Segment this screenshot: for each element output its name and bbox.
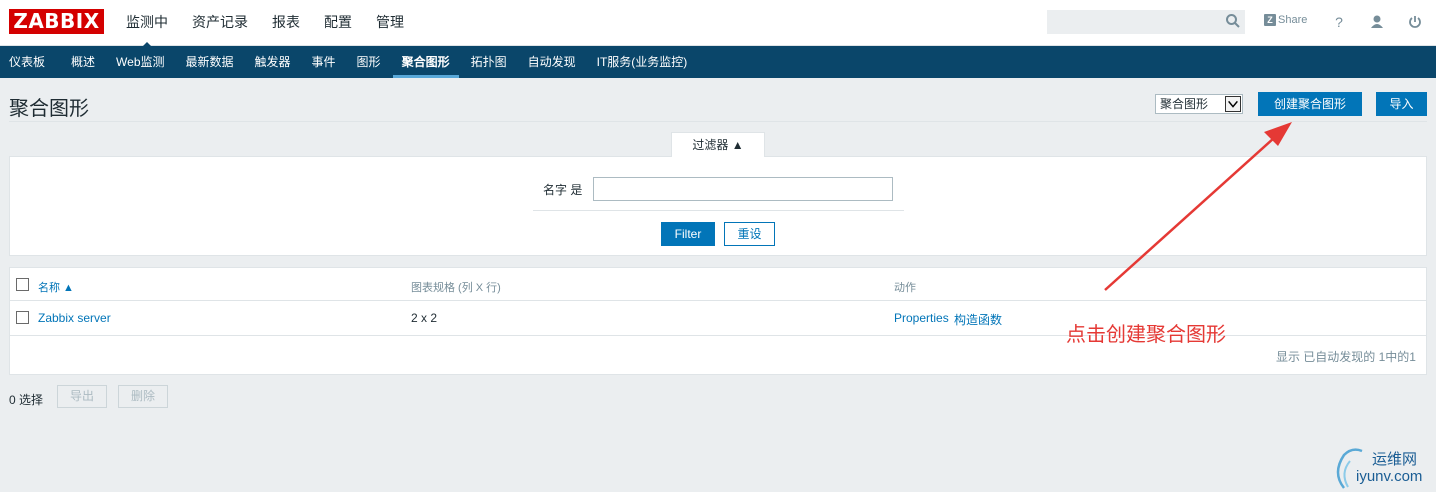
filter-name-input[interactable] (593, 177, 893, 201)
delete-button[interactable]: 删除 (118, 385, 168, 408)
sub-nav-triggers[interactable]: 触发器 (246, 46, 300, 78)
create-screen-button[interactable]: 创建聚合图形 (1258, 92, 1362, 116)
import-button[interactable]: 导入 (1376, 92, 1427, 116)
column-actions-header: 动作 (894, 282, 916, 294)
top-nav-reports[interactable]: 报表 (272, 0, 300, 46)
filter-tab[interactable]: 过滤器 ▲ (671, 132, 765, 157)
sub-nav-screens[interactable]: 聚合图形 (392, 46, 459, 78)
filter-reset-button[interactable]: 重设 (724, 222, 775, 246)
sub-nav-latest-data[interactable]: 最新数据 (177, 46, 243, 78)
properties-link[interactable]: Properties (894, 311, 949, 325)
top-nav-configuration[interactable]: 配置 (324, 0, 352, 46)
row-checkbox[interactable] (16, 311, 29, 324)
sub-nav-dashboard[interactable]: 仪表板 (0, 46, 54, 78)
sub-nav: 仪表板 概述 Web监测 最新数据 触发器 事件 图形 聚合图形 拓扑图 自动发… (0, 46, 1436, 78)
page-title: 聚合图形 (9, 98, 89, 120)
title-divider (9, 121, 1427, 122)
selected-count: 0 选择 (9, 393, 44, 407)
sub-nav-overview[interactable]: 概述 (62, 46, 104, 78)
watermark-text-cn: 运维网 (1372, 451, 1418, 468)
top-nav: 监测中 资产记录 报表 配置 管理 (126, 0, 428, 48)
chevron-down-icon (1225, 96, 1241, 112)
sub-nav-graphs[interactable]: 图形 (348, 46, 390, 78)
constructor-link[interactable]: 构造函数 (954, 311, 1002, 328)
zabbix-logo[interactable]: ZABBIX (9, 9, 104, 34)
help-icon[interactable]: ? (1331, 13, 1347, 31)
filter-panel: 名字 是 Filter 重设 (9, 156, 1427, 256)
table-footer-count: 显示 已自动发现的 1中的1 (1275, 350, 1416, 364)
share-link[interactable]: Z Share (1264, 14, 1307, 26)
sub-nav-events[interactable]: 事件 (303, 46, 345, 78)
top-nav-inventory[interactable]: 资产记录 (192, 0, 248, 46)
annotation-text: 点击创建聚合图形 (1066, 324, 1226, 346)
top-nav-administration[interactable]: 管理 (376, 0, 404, 46)
watermark-text-domain: iyunv.com (1356, 468, 1423, 485)
search-input[interactable] (1047, 10, 1245, 34)
column-name-header[interactable]: 名称 ▲ (38, 279, 74, 295)
search-icon[interactable] (1225, 13, 1241, 29)
filter-name-label: 名字 是 (543, 183, 583, 197)
select-all-checkbox[interactable] (16, 278, 29, 291)
column-dimension-header: 图表规格 (列 X 行) (411, 282, 501, 294)
power-icon[interactable] (1407, 13, 1423, 31)
user-icon[interactable] (1369, 13, 1385, 31)
sub-nav-web[interactable]: Web监测 (107, 46, 173, 78)
filter-divider (533, 210, 904, 211)
export-button[interactable]: 导出 (57, 385, 107, 408)
screen-name-link[interactable]: Zabbix server (38, 311, 111, 325)
table-header: 名称 ▲ 图表规格 (列 X 行) 动作 (10, 268, 1426, 300)
view-select[interactable]: 聚合图形 (1155, 94, 1243, 114)
sub-nav-discovery[interactable]: 自动发现 (519, 46, 585, 78)
sub-nav-maps[interactable]: 拓扑图 (462, 46, 516, 78)
filter-apply-button[interactable]: Filter (661, 222, 715, 246)
sub-nav-it-services[interactable]: IT服务(业务监控) (588, 46, 697, 78)
top-nav-monitoring[interactable]: 监测中 (126, 0, 168, 48)
zabbix-share-icon: Z (1264, 14, 1276, 26)
view-select-value: 聚合图形 (1160, 97, 1209, 111)
screen-dimension: 2 x 2 (411, 311, 438, 325)
share-label: Share (1278, 14, 1308, 26)
top-bar: ZABBIX 监测中 资产记录 报表 配置 管理 Z Share ? (0, 0, 1436, 48)
